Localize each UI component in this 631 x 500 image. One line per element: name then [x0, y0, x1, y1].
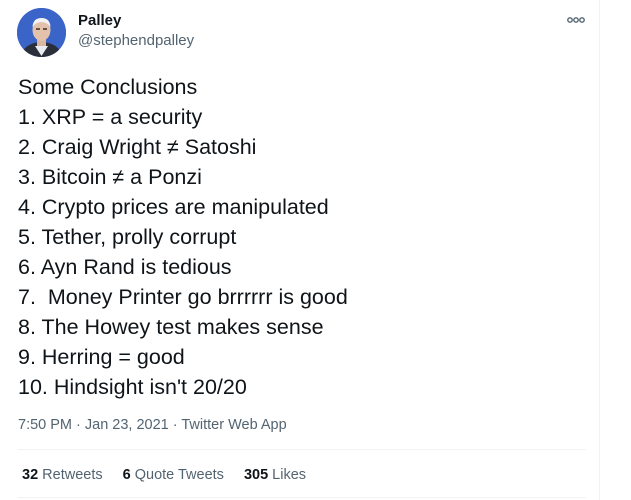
quote-tweets-stat[interactable]: 6 Quote Tweets: [123, 466, 224, 484]
more-options-button[interactable]: [562, 10, 588, 30]
likes-stat[interactable]: 305 Likes: [244, 466, 306, 484]
tweet-line: 1. XRP = a security: [18, 105, 203, 129]
tweet-line: 5. Tether, prolly corrupt: [18, 225, 237, 249]
author-display-name[interactable]: Palley: [78, 12, 121, 30]
tweet-time-link[interactable]: 7:50 PM: [18, 417, 72, 433]
tweet-line: 8. The Howey test makes sense: [18, 315, 324, 339]
divider: [18, 449, 586, 450]
tweet-line: 4. Crypto prices are manipulated: [18, 195, 329, 219]
tweet-line: 3. Bitcoin ≠ a Ponzi: [18, 165, 202, 189]
divider: [18, 497, 586, 498]
tweet-line: 2. Craig Wright ≠ Satoshi: [18, 135, 257, 159]
author-handle[interactable]: @stephendpalley: [78, 32, 194, 50]
retweets-label: Retweets: [42, 467, 103, 483]
quote-tweets-count: 6: [122, 467, 131, 483]
avatar[interactable]: [17, 8, 66, 57]
tweet-stats: 32 Retweets 6 Quote Tweets 305 Likes: [22, 466, 306, 484]
meta-separator: ·: [168, 417, 182, 433]
tweet-card: Palley @stephendpalley Some Conclusions …: [0, 0, 600, 500]
meta-separator: ·: [72, 417, 85, 433]
tweet-meta: 7:50 PM · Jan 23, 2021 · Twitter Web App: [18, 416, 287, 434]
tweet-line: 7. Money Printer go brrrrrr is good: [18, 285, 348, 309]
more-horizontal-icon: [567, 17, 585, 23]
likes-count: 305: [243, 467, 269, 483]
retweets-stat[interactable]: 32 Retweets: [22, 466, 103, 484]
quote-tweets-label: Quote Tweets: [134, 467, 224, 483]
tweet-line: 6. Ayn Rand is tedious: [18, 255, 232, 279]
tweet-line: Some Conclusions: [18, 75, 198, 99]
tweet-date-link[interactable]: Jan 23, 2021: [85, 417, 169, 433]
retweets-count: 32: [22, 467, 39, 483]
tweet-text: Some Conclusions 1. XRP = a security 2. …: [18, 72, 348, 402]
likes-label: Likes: [272, 467, 307, 483]
tweet-line: 9. Herring = good: [18, 345, 185, 369]
profile-photo-icon: [17, 8, 66, 57]
tweet-source-link[interactable]: Twitter Web App: [181, 417, 286, 433]
tweet-line: 10. Hindsight isn't 20/20: [18, 375, 247, 399]
